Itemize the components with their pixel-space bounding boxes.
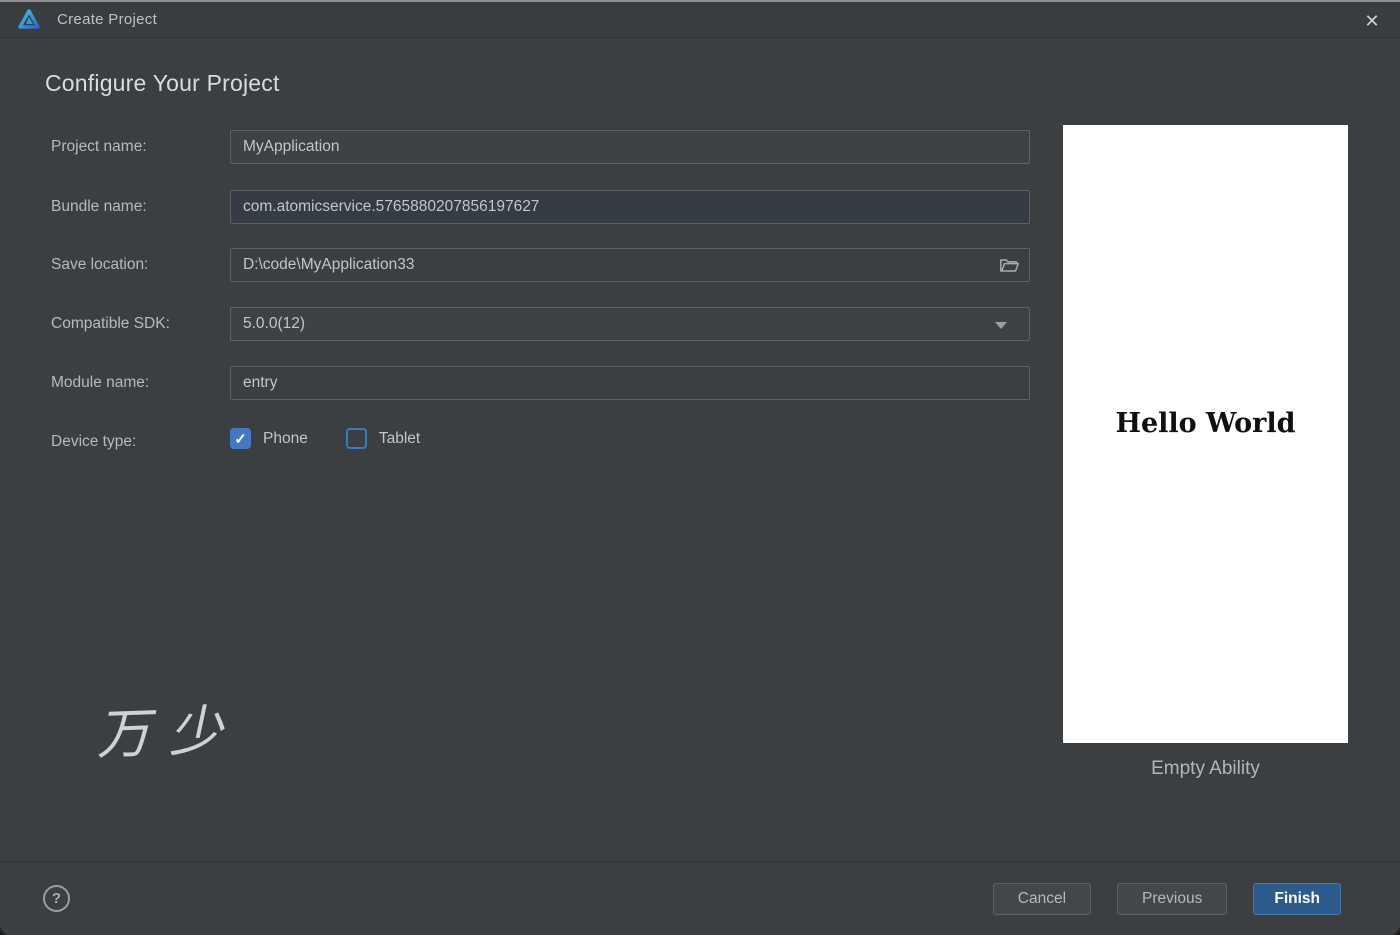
compatible-sdk-row: Compatible SDK: 5.0.0(12) <box>0 307 1030 341</box>
save-location-label: Save location: <box>51 256 149 273</box>
title-bar: Create Project ✕ <box>0 0 1400 38</box>
preview-hello-world-text: Hello World <box>1115 408 1296 439</box>
watermark-text: 万少 <box>95 698 242 767</box>
previous-button[interactable]: Previous <box>1117 883 1228 915</box>
project-name-row: Project name: <box>0 130 1030 164</box>
module-name-label: Module name: <box>51 374 150 391</box>
device-type-row: Device type: ✓ Phone Tablet <box>0 425 1030 459</box>
footer-bar: ? Cancel Previous Finish <box>0 861 1400 935</box>
save-location-row: Save location: <box>0 248 1030 282</box>
compatible-sdk-value: 5.0.0(12) <box>243 315 306 332</box>
module-name-input[interactable] <box>230 366 1030 400</box>
project-name-label: Project name: <box>51 138 147 155</box>
module-name-row: Module name: <box>0 366 1030 400</box>
finish-button[interactable]: Finish <box>1253 883 1341 915</box>
page-title: Configure Your Project <box>45 70 280 96</box>
device-type-tablet-checkbox[interactable]: Tablet <box>345 428 421 449</box>
create-project-dialog: Create Project ✕ Configure Your Project … <box>0 0 1400 935</box>
device-type-label: Device type: <box>51 433 137 450</box>
deveco-logo-icon <box>17 8 41 32</box>
checkbox-checked-icon: ✓ <box>230 428 251 449</box>
chevron-down-icon <box>995 322 1007 329</box>
compatible-sdk-select[interactable]: 5.0.0(12) <box>230 307 1030 341</box>
bundle-name-label: Bundle name: <box>51 198 147 215</box>
bundle-name-row: Bundle name: <box>0 190 1030 224</box>
device-type-phone-checkbox[interactable]: ✓ Phone <box>230 428 308 449</box>
bundle-name-input[interactable] <box>230 190 1030 224</box>
checkbox-unchecked-icon <box>345 428 367 449</box>
template-preview-panel: Hello World <box>1063 125 1348 743</box>
project-name-input[interactable] <box>230 130 1030 164</box>
close-icon[interactable]: ✕ <box>1356 6 1388 36</box>
phone-checkbox-label: Phone <box>263 429 308 447</box>
template-caption: Empty Ability <box>1151 758 1260 779</box>
save-location-input[interactable] <box>230 248 1030 282</box>
window-title: Create Project <box>57 11 158 28</box>
tablet-checkbox-label: Tablet <box>378 429 421 447</box>
compatible-sdk-label: Compatible SDK: <box>51 315 170 332</box>
browse-folder-icon[interactable] <box>999 255 1021 275</box>
help-icon[interactable]: ? <box>43 885 70 912</box>
cancel-button[interactable]: Cancel <box>992 883 1092 915</box>
